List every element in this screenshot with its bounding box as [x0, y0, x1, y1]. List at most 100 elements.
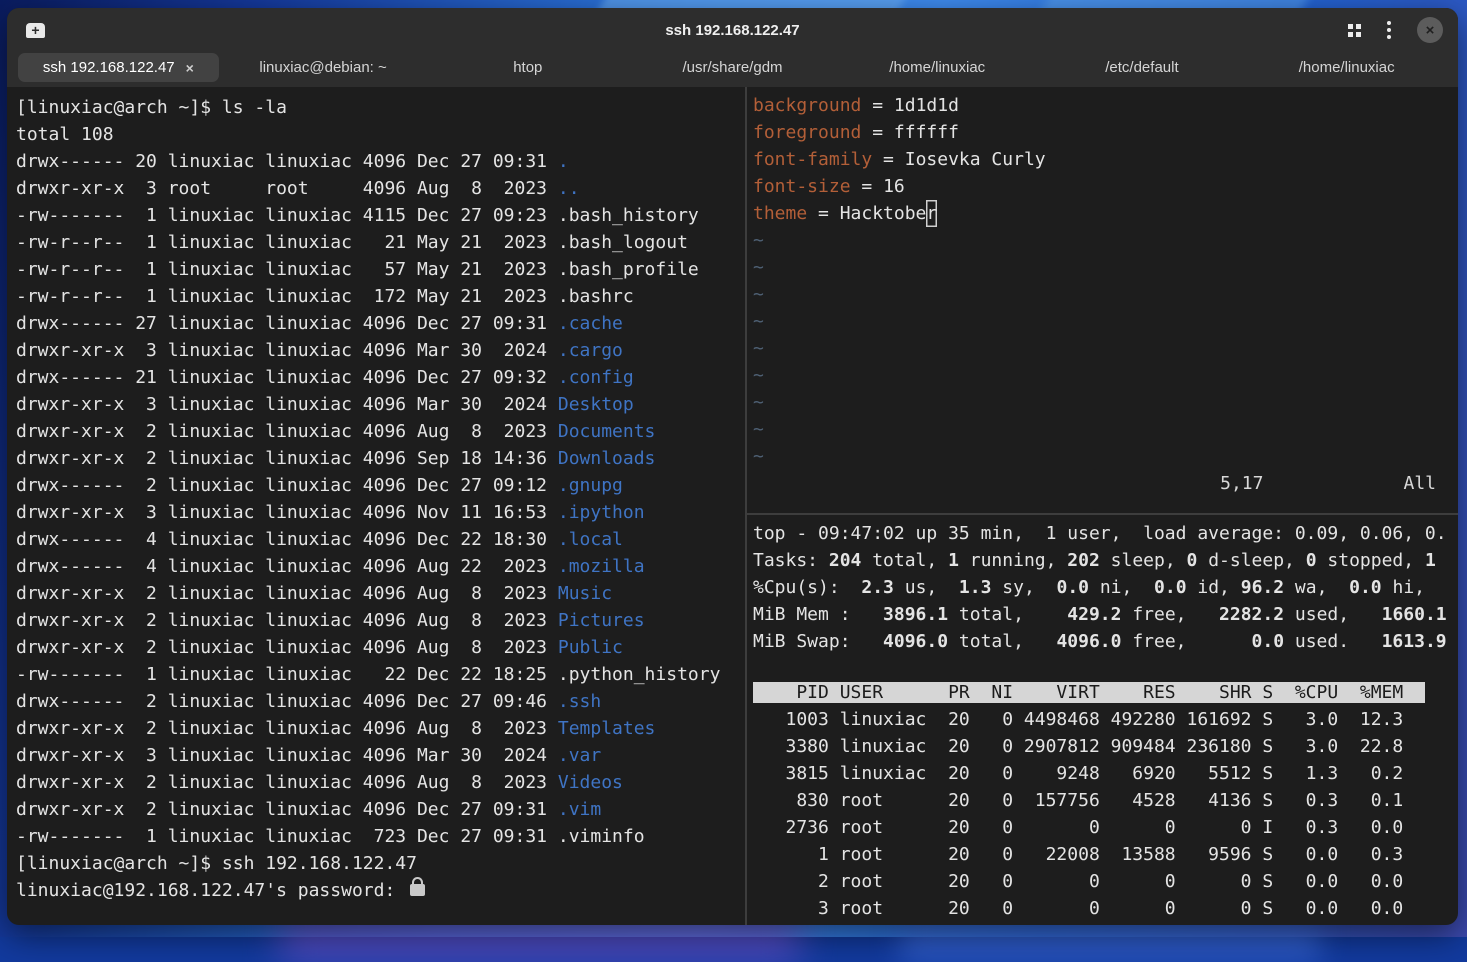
config-value: Iosevka Curly: [905, 149, 1046, 170]
config-value: 1d1d1d: [894, 95, 959, 116]
menu-kebab-icon[interactable]: [1387, 28, 1391, 32]
summary-text: 0: [1306, 550, 1317, 571]
tilde-marker: ~: [753, 419, 764, 440]
file-name: .python_history: [558, 664, 721, 685]
tilde-marker: ~: [753, 365, 764, 386]
tab-1[interactable]: linuxiac@debian: ~: [223, 53, 424, 82]
summary-text: sy,: [991, 577, 1045, 598]
tilde-marker: ~: [753, 392, 764, 413]
directory-name: .config: [558, 367, 634, 388]
config-line: font-family = Iosevka Curly: [753, 146, 1458, 173]
summary-text: 2282.2: [1219, 604, 1284, 625]
file-attrs: drwxr-xr-x 2 linuxiac linuxiac 4096 Aug …: [16, 772, 558, 793]
terminal-line: -rw------- 1 linuxiac linuxiac 723 Dec 2…: [16, 823, 745, 850]
empty-line: ~: [753, 335, 1458, 362]
terminal-pane-vim-config[interactable]: background = 1d1d1dforeground = fffffffo…: [747, 87, 1458, 513]
summary-text: 0.0: [1252, 631, 1285, 652]
config-value: 16: [883, 176, 905, 197]
config-separator: =: [872, 149, 905, 170]
config-key: font-family: [753, 149, 872, 170]
file-attrs: drwxr-xr-x 3 root root 4096 Aug 8 2023: [16, 178, 558, 199]
empty-line: ~: [753, 227, 1458, 254]
vim-cursor: r: [926, 200, 937, 227]
process-row-text: 830 root 20 0 157756 4528 4136 S 0.3 0.1: [753, 790, 1403, 811]
terminal-pane-top[interactable]: top - 09:47:02 up 35 min, 1 user, load a…: [747, 515, 1458, 925]
directory-name: .ipython: [558, 502, 645, 523]
lock-icon: [410, 884, 425, 896]
file-attrs: drwx------ 4 linuxiac linuxiac 4096 Aug …: [16, 556, 558, 577]
table-row: 2736 root 20 0 0 0 0 I 0.3 0.0: [753, 814, 1458, 841]
directory-name: .ssh: [558, 691, 601, 712]
titlebar[interactable]: + ssh 192.168.122.47 ×: [7, 8, 1458, 52]
table-row: 3380 linuxiac 20 0 2907812 909484 236180…: [753, 733, 1458, 760]
directory-name: Downloads: [558, 448, 656, 469]
config-value: ffffff: [894, 122, 959, 143]
tab-2[interactable]: htop: [427, 53, 628, 82]
file-attrs: drwxr-xr-x 2 linuxiac linuxiac 4096 Aug …: [16, 421, 558, 442]
terminal-line: -rw-r--r-- 1 linuxiac linuxiac 57 May 21…: [16, 256, 745, 283]
file-name: .bash_profile: [558, 259, 699, 280]
summary-text: 0: [1187, 550, 1198, 571]
vim-ruler: 5,17All: [753, 470, 1458, 497]
file-attrs: drwx------ 2 linuxiac linuxiac 4096 Dec …: [16, 475, 558, 496]
file-attrs: -rw------- 1 linuxiac linuxiac 22 Dec 22…: [16, 664, 558, 685]
summary-text: 204: [829, 550, 862, 571]
summary-text: used.: [1284, 631, 1382, 652]
config-key: theme: [753, 203, 807, 224]
config-line: background = 1d1d1d: [753, 92, 1458, 119]
table-row: 3815 linuxiac 20 0 9248 6920 5512 S 1.3 …: [753, 760, 1458, 787]
process-row-text: 2736 root 20 0 0 0 0 I 0.3 0.0: [753, 817, 1403, 838]
terminal-line: drwx------ 27 linuxiac linuxiac 4096 Dec…: [16, 310, 745, 337]
config-separator: =: [807, 203, 840, 224]
tab-0[interactable]: ssh 192.168.122.47×: [18, 53, 219, 82]
file-attrs: drwx------ 4 linuxiac linuxiac 4096 Dec …: [16, 529, 558, 550]
file-attrs: drwxr-xr-x 2 linuxiac linuxiac 4096 Dec …: [16, 799, 558, 820]
process-row-text: 1 root 20 0 22008 13588 9596 S 0.0 0.3: [753, 844, 1403, 865]
file-attrs: drwx------ 2 linuxiac linuxiac 4096 Dec …: [16, 691, 558, 712]
window-title: ssh 192.168.122.47: [7, 22, 1458, 39]
empty-line: ~: [753, 389, 1458, 416]
terminal-line: drwx------ 20 linuxiac linuxiac 4096 Dec…: [16, 148, 745, 175]
file-attrs: drwxr-xr-x 2 linuxiac linuxiac 4096 Sep …: [16, 448, 558, 469]
tab-label: htop: [513, 59, 542, 76]
terminal-content: [linuxiac@arch ~]$ ls -latotal 108drwx--…: [7, 87, 1458, 925]
file-attrs: drwxr-xr-x 2 linuxiac linuxiac 4096 Aug …: [16, 637, 558, 658]
tab-3[interactable]: /usr/share/gdm: [632, 53, 833, 82]
top-summary-line: MiB Swap: 4096.0 total, 4096.0 free, 0.0…: [753, 628, 1458, 655]
tab-close-icon[interactable]: ×: [186, 60, 194, 76]
summary-text: 429.2: [1067, 604, 1121, 625]
directory-name: Templates: [558, 718, 656, 739]
summary-text: 4096.0: [883, 631, 948, 652]
summary-text: total,: [861, 550, 948, 571]
summary-text: 0.0: [1046, 577, 1089, 598]
file-attrs: drwxr-xr-x 3 linuxiac linuxiac 4096 Nov …: [16, 502, 558, 523]
tab-6[interactable]: /home/linuxiac: [1246, 53, 1447, 82]
blank-line: [753, 655, 1458, 679]
tab-bar: ssh 192.168.122.47×linuxiac@debian: ~ hto…: [7, 52, 1458, 87]
terminal-pane-ssh[interactable]: [linuxiac@arch ~]$ ls -latotal 108drwx--…: [7, 87, 745, 925]
summary-text: MiB Mem :: [753, 604, 883, 625]
empty-line: ~: [753, 308, 1458, 335]
directory-name: .: [558, 151, 569, 172]
new-tab-button[interactable]: +: [26, 23, 45, 38]
tab-4[interactable]: /home/linuxiac: [837, 53, 1038, 82]
config-key: font-size: [753, 176, 851, 197]
file-name: .bash_logout: [558, 232, 688, 253]
process-row-text: 3380 linuxiac 20 0 2907812 909484 236180…: [753, 736, 1403, 757]
tilde-marker: ~: [753, 257, 764, 278]
directory-name: .vim: [558, 799, 601, 820]
window-close-button[interactable]: ×: [1417, 17, 1443, 43]
directory-name: Videos: [558, 772, 623, 793]
tab-label: /etc/default: [1105, 59, 1178, 76]
tab-5[interactable]: /etc/default: [1042, 53, 1243, 82]
tile-view-icon[interactable]: [1348, 24, 1361, 37]
config-separator: =: [851, 176, 884, 197]
config-separator: =: [861, 122, 894, 143]
tilde-marker: ~: [753, 230, 764, 251]
summary-text: Tasks:: [753, 550, 829, 571]
config-separator: =: [861, 95, 894, 116]
summary-text: 2.3: [851, 577, 894, 598]
file-name: .bash_history: [558, 205, 699, 226]
config-line: foreground = ffffff: [753, 119, 1458, 146]
summary-text: 1.3: [948, 577, 991, 598]
